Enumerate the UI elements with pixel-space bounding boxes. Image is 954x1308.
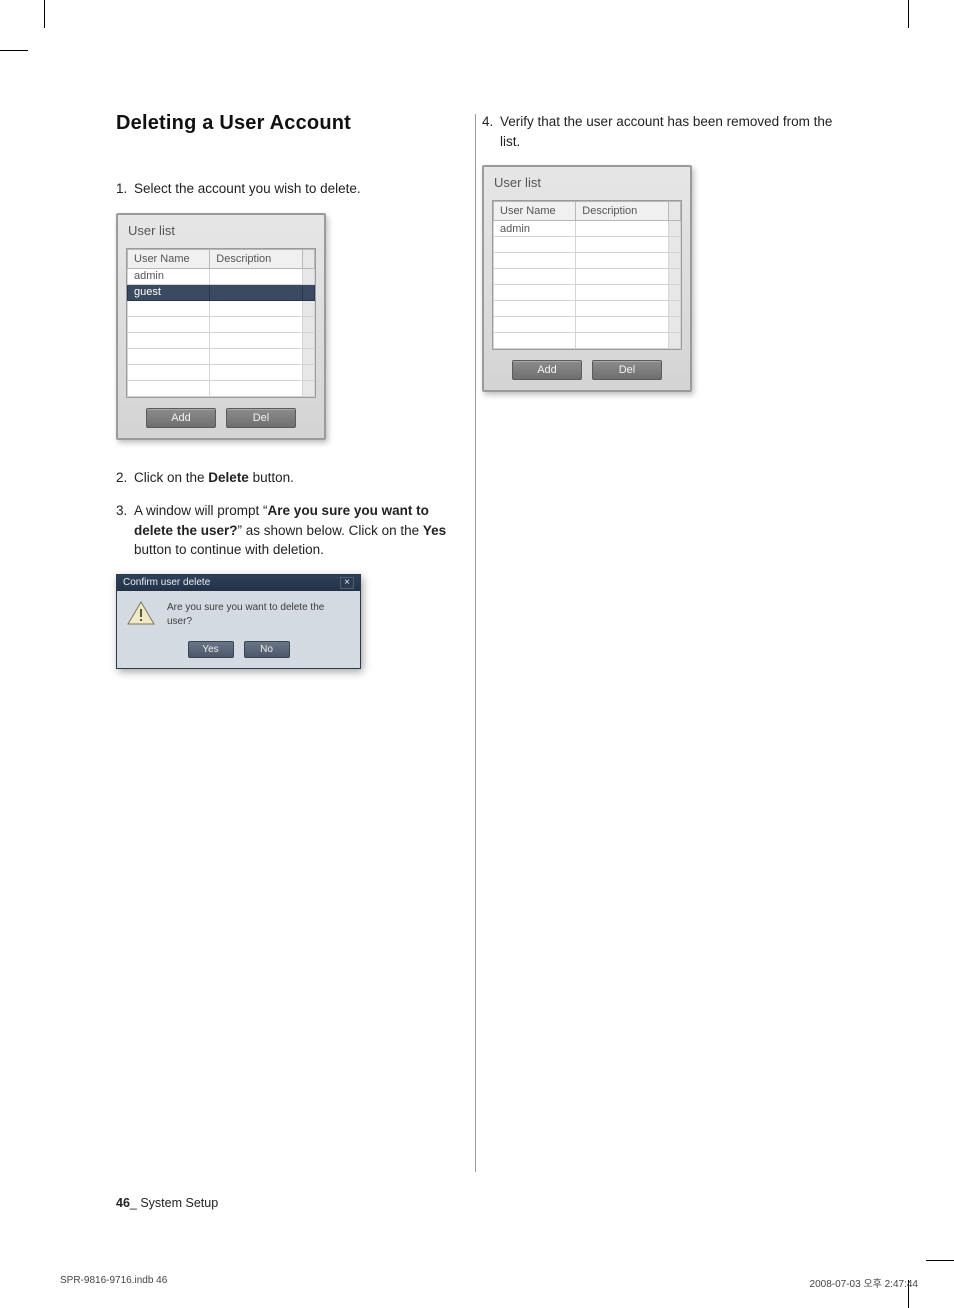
text: A window will prompt “: [134, 503, 268, 518]
step-3: 3. A window will prompt “Are you sure yo…: [116, 501, 470, 560]
table-row[interactable]: [128, 364, 315, 380]
step-text: Select the account you wish to delete.: [134, 179, 470, 199]
step-2: 2. Click on the Delete button.: [116, 468, 470, 488]
userlist-table: User Name Description admin: [493, 201, 681, 349]
cell-description: [210, 268, 303, 284]
confirm-dialog: Confirm user delete × Are you sure you w…: [116, 574, 361, 669]
del-button[interactable]: Del: [226, 408, 296, 428]
text: ” as shown below. Click on the: [238, 523, 423, 538]
print-marks: SPR-9816-9716.indb 46 2008-07-03 오후 2:47…: [60, 1275, 918, 1290]
close-icon[interactable]: ×: [340, 577, 354, 589]
print-file: SPR-9816-9716.indb 46: [60, 1275, 167, 1290]
two-column-layout: Deleting a User Account 1. Select the ac…: [116, 112, 836, 1172]
crop-mark: [926, 1260, 954, 1261]
panel-buttonbar: Add Del: [118, 408, 324, 428]
column-divider: [470, 112, 482, 1172]
userlist-grid[interactable]: User Name Description admin guest: [126, 248, 316, 398]
cell-username: guest: [128, 284, 210, 300]
step-number: 3.: [116, 501, 134, 560]
table-row[interactable]: admin: [128, 268, 315, 284]
steps-list: 4. Verify that the user account has been…: [482, 112, 836, 151]
text: button to continue with deletion.: [134, 542, 324, 557]
table-row[interactable]: [494, 301, 681, 317]
scrollbar-gutter: [669, 221, 681, 237]
table-row[interactable]: [128, 332, 315, 348]
table-row[interactable]: [128, 300, 315, 316]
userlist-panel-after: User list User Name Description admin: [482, 165, 692, 392]
scrollbar-gutter: [669, 202, 681, 221]
footer-section: System Setup: [140, 1196, 218, 1210]
userlist-grid[interactable]: User Name Description admin: [492, 200, 682, 350]
content-area: Deleting a User Account 1. Select the ac…: [116, 112, 836, 1172]
text: button.: [249, 470, 294, 485]
dialog-body: Are you sure you want to delete the user…: [117, 591, 360, 633]
table-row[interactable]: [494, 269, 681, 285]
warning-icon: [127, 601, 155, 625]
table-row[interactable]: [128, 316, 315, 332]
col-username[interactable]: User Name: [494, 202, 576, 221]
steps-list: 1. Select the account you wish to delete…: [116, 179, 470, 199]
table-row[interactable]: [494, 333, 681, 349]
text-bold: Yes: [423, 523, 446, 538]
userlist-table: User Name Description admin guest: [127, 249, 315, 397]
del-button[interactable]: Del: [592, 360, 662, 380]
dialog-message: Are you sure you want to delete the user…: [167, 601, 350, 629]
step-text: A window will prompt “Are you sure you w…: [134, 501, 470, 560]
page-footer: 46_ System Setup: [116, 1196, 836, 1210]
col-description[interactable]: Description: [210, 249, 303, 268]
scrollbar-gutter: [303, 284, 315, 300]
step-number: 2.: [116, 468, 134, 488]
step-number: 4.: [482, 112, 500, 151]
cell-description: [210, 284, 303, 300]
crop-mark: [44, 0, 45, 28]
col-username[interactable]: User Name: [128, 249, 210, 268]
table-header-row: User Name Description: [128, 249, 315, 268]
footer-sep: _: [130, 1196, 140, 1210]
dialog-buttonbar: Yes No: [117, 633, 360, 668]
step-text: Verify that the user account has been re…: [500, 112, 836, 151]
section-heading: Deleting a User Account: [116, 112, 470, 135]
panel-buttonbar: Add Del: [484, 360, 690, 380]
step-1: 1. Select the account you wish to delete…: [116, 179, 470, 199]
userlist-panel: User list User Name Description admin gu…: [116, 213, 326, 440]
steps-list: 2. Click on the Delete button. 3. A wind…: [116, 468, 470, 560]
table-row[interactable]: [494, 253, 681, 269]
cell-username: admin: [494, 221, 576, 237]
panel-title: User list: [118, 215, 324, 246]
table-row[interactable]: [128, 348, 315, 364]
panel-title: User list: [484, 167, 690, 198]
col-description[interactable]: Description: [576, 202, 669, 221]
print-timestamp: 2008-07-03 오후 2:47:44: [810, 1275, 918, 1290]
table-row[interactable]: admin: [494, 221, 681, 237]
step-4: 4. Verify that the user account has been…: [482, 112, 836, 151]
cell-username: admin: [128, 268, 210, 284]
table-row-selected[interactable]: guest: [128, 284, 315, 300]
page-number: 46: [116, 1196, 130, 1210]
page: Deleting a User Account 1. Select the ac…: [0, 0, 954, 1308]
dialog-titlebar: Confirm user delete ×: [117, 575, 360, 591]
text-bold: Delete: [208, 470, 249, 485]
step-number: 1.: [116, 179, 134, 199]
table-row[interactable]: [128, 380, 315, 396]
cell-description: [576, 221, 669, 237]
no-button[interactable]: No: [244, 641, 290, 658]
add-button[interactable]: Add: [146, 408, 216, 428]
scrollbar-gutter: [303, 268, 315, 284]
step-text: Click on the Delete button.: [134, 468, 470, 488]
right-column: 4. Verify that the user account has been…: [482, 112, 836, 1172]
crop-mark: [908, 0, 909, 28]
yes-button[interactable]: Yes: [188, 641, 234, 658]
crop-mark: [0, 50, 28, 51]
left-column: Deleting a User Account 1. Select the ac…: [116, 112, 470, 1172]
text: Click on the: [134, 470, 208, 485]
table-header-row: User Name Description: [494, 202, 681, 221]
table-row[interactable]: [494, 237, 681, 253]
dialog-title: Confirm user delete: [123, 577, 210, 588]
add-button[interactable]: Add: [512, 360, 582, 380]
table-row[interactable]: [494, 317, 681, 333]
scrollbar-gutter: [303, 249, 315, 268]
table-row[interactable]: [494, 285, 681, 301]
